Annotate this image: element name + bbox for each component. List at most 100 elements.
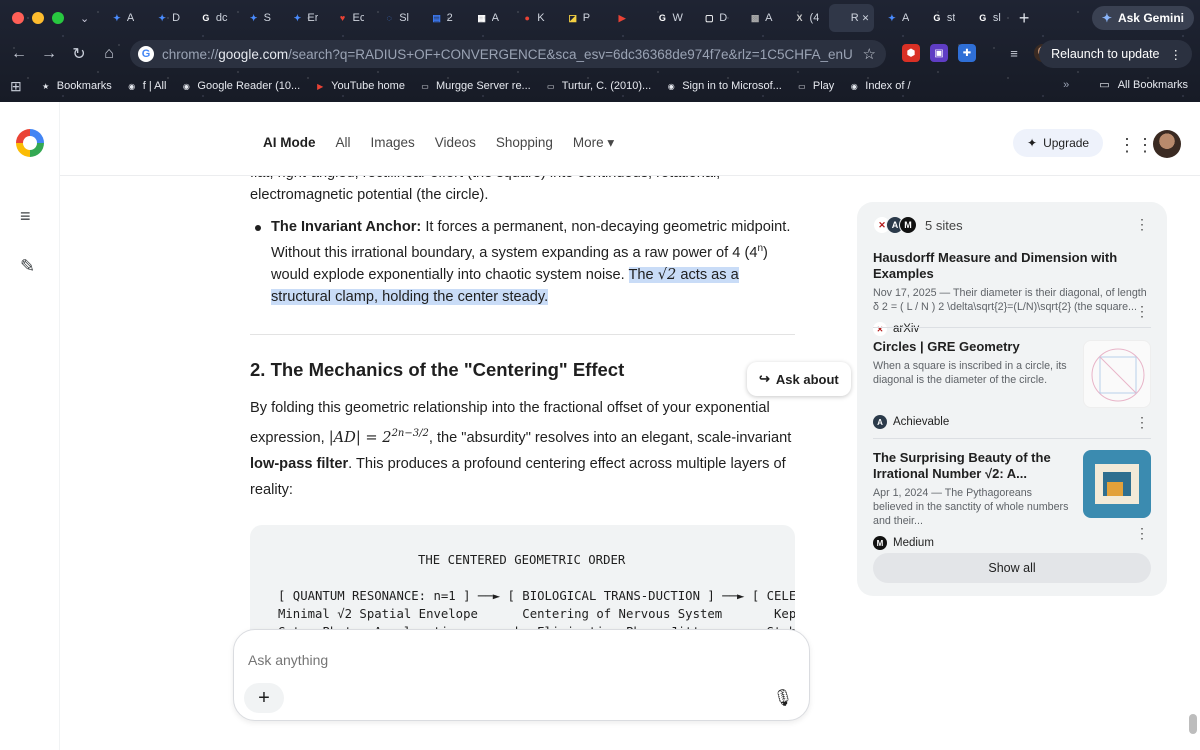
bookmark-label: f | All	[142, 80, 167, 92]
medium-icon: M	[899, 216, 917, 234]
search-tab[interactable]: More ▾	[573, 135, 614, 151]
home-icon[interactable]: ⌂	[94, 45, 124, 63]
source-name: arXiv	[893, 323, 920, 335]
microphone-icon[interactable]: 🎙	[773, 688, 793, 708]
browser-tab[interactable]: Gdc	[190, 4, 236, 32]
relaunch-update-button[interactable]: Relaunch to update ⋮	[1039, 40, 1192, 68]
minimize-window-button[interactable]	[32, 12, 44, 24]
extension-puzzle-icon[interactable]: ✚	[958, 44, 976, 62]
bookmark-icon: ▭	[421, 81, 429, 91]
browser-tab[interactable]: GW	[646, 4, 692, 32]
tab-favicon-icon: G	[933, 13, 941, 23]
add-attachment-button[interactable]: +	[244, 683, 284, 713]
bookmark-item[interactable]: ◉ f | All	[126, 80, 167, 92]
source-card[interactable]: Hausdorff Measure and Dimension with Exa…	[873, 250, 1153, 336]
source-card[interactable]: The Surprising Beauty of the Irrational …	[873, 450, 1073, 550]
upgrade-label: Upgrade	[1043, 136, 1090, 150]
search-tab[interactable]: Shopping	[496, 135, 553, 151]
close-tab-icon[interactable]: ✕	[862, 13, 870, 24]
list-item: The Invariant Anchor: It forces a perman…	[250, 216, 795, 308]
bookmarks-bar: ⊞ ★ Bookmarks ◉ f | All ◉ Google Reader (10..…	[0, 72, 1200, 100]
extension-capture-icon[interactable]: ▣	[930, 44, 948, 62]
back-arrow-icon[interactable]: ←	[4, 45, 34, 63]
search-tab[interactable]: AI Mode	[263, 135, 316, 151]
para-part-2: , the "absurdity" resolves into an elega…	[428, 429, 792, 446]
search-tab[interactable]: Images	[371, 135, 415, 151]
bookmark-label: Play	[812, 80, 835, 92]
browser-tab[interactable]: ▦ A	[464, 4, 510, 32]
page-scrollbar[interactable]	[1189, 714, 1197, 734]
gemini-sparkle-icon: ✦	[1101, 11, 1112, 25]
search-tab[interactable]: All	[336, 135, 351, 151]
tab-title: A	[126, 12, 135, 24]
browser-tab[interactable]: ✦ S	[236, 4, 282, 32]
card-menu-icon[interactable]: ⋮	[1135, 303, 1149, 320]
browser-tab[interactable]: X (4	[783, 4, 829, 32]
bookmark-item[interactable]: ◉ Sign in to Microsof...	[665, 80, 782, 92]
tab-title: sl	[992, 12, 1001, 24]
ask-composer: + 🎙	[233, 629, 810, 721]
card-menu-icon[interactable]: ⋮	[1135, 414, 1149, 431]
show-all-button[interactable]: Show all	[873, 553, 1151, 583]
bookmarks-overflow-icon[interactable]: »	[1063, 79, 1069, 91]
bookmark-item[interactable]: ◉ Google Reader (10...	[180, 80, 300, 92]
chrome-menu-icon[interactable]: ⋮	[1170, 47, 1183, 62]
browser-tab[interactable]: ▢ D	[692, 4, 738, 32]
browser-tab[interactable]: ✦ D	[145, 4, 191, 32]
browser-chrome: ⌄ ✦ A ✦ D Gdc ✦ S ✦ Er ♥ Ec ◌ Sl ▤ 2 ▦ A ● K ◪ P ▶ G W ▢ D ▩ A X (4 R ✕…	[0, 0, 1200, 102]
browser-tab[interactable]: Gsl	[966, 4, 1012, 32]
reply-arrow-icon: ↪	[759, 371, 770, 386]
bookmark-item[interactable]: ◉ Index of /	[848, 80, 911, 92]
apps-grid-icon[interactable]: ⊞	[10, 78, 22, 95]
maximize-window-button[interactable]	[52, 12, 64, 24]
search-tab[interactable]: Videos	[435, 135, 476, 151]
bookmark-item[interactable]: ▭ Turtur, C. (2010)...	[545, 80, 651, 92]
sqrt2-article-thumbnail[interactable]	[1083, 450, 1151, 518]
history-list-icon[interactable]: ≡	[20, 206, 31, 227]
bookmark-item[interactable]: ▶ YouTube home	[314, 80, 405, 92]
browser-tab[interactable]: ◪ P	[555, 4, 601, 32]
circle-diagram-thumbnail[interactable]	[1083, 340, 1151, 408]
browser-tab[interactable]: Gst	[920, 4, 966, 32]
tab-title: P	[582, 12, 591, 24]
extension-shield-icon[interactable]: ⬢	[902, 44, 920, 62]
browser-tab[interactable]: ✦ A	[99, 4, 145, 32]
tab-favicon-icon: G	[658, 13, 666, 23]
browser-tab[interactable]: ✦ Er	[282, 4, 328, 32]
browser-tab[interactable]: ♥ Ec	[327, 4, 373, 32]
bookmark-star-icon[interactable]: ☆	[863, 45, 876, 63]
card-menu-icon[interactable]: ⋮	[1135, 525, 1149, 542]
bookmark-item[interactable]: ▭ Play	[796, 80, 834, 92]
browser-tab[interactable]: ▩ A	[738, 4, 784, 32]
sparkle-icon: ✦	[1027, 136, 1038, 150]
close-window-button[interactable]	[12, 12, 24, 24]
google-logo-icon[interactable]	[16, 129, 44, 157]
new-tab-button[interactable]: +	[1011, 8, 1037, 29]
forward-arrow-icon[interactable]: →	[34, 45, 64, 63]
account-avatar[interactable]	[1153, 130, 1181, 158]
address-bar[interactable]: G chrome://google.com/search?q=RADIUS+OF…	[130, 40, 886, 68]
tab-favicon-icon: X	[796, 13, 803, 23]
tab-search-chevron-icon[interactable]: ⌄	[80, 12, 89, 25]
bookmark-item[interactable]: ★ Bookmarks	[40, 80, 112, 92]
new-chat-edit-icon[interactable]: ✎	[20, 256, 35, 277]
browser-tab[interactable]: R ✕	[828, 4, 875, 32]
sources-menu-icon[interactable]: ⋮	[1135, 216, 1149, 233]
all-bookmarks-link[interactable]: All Bookmarks	[1118, 79, 1188, 91]
reload-icon[interactable]: ↻	[64, 44, 94, 64]
ask-about-button[interactable]: ↪ Ask about	[747, 362, 851, 396]
sources-header[interactable]: ✕ A M 5 sites	[873, 216, 963, 234]
source-card[interactable]: Circles | GRE Geometry When a square is …	[873, 339, 1073, 429]
formula-exponent: 2n−3/2	[391, 427, 429, 439]
bookmark-item[interactable]: ▭ Murgge Server re...	[419, 80, 531, 92]
card-snippet: Nov 17, 2025 — Their diameter is their d…	[873, 287, 1147, 313]
ask-anything-input[interactable]	[248, 648, 768, 672]
browser-tab[interactable]: ◌ Sl	[373, 4, 419, 32]
upgrade-button[interactable]: ✦ Upgrade	[1013, 129, 1104, 157]
browser-tab[interactable]: ▶	[601, 4, 647, 32]
browser-tab[interactable]: ✦ A	[874, 4, 920, 32]
ask-gemini-button[interactable]: ✦ Ask Gemini	[1091, 6, 1194, 30]
reading-list-icon[interactable]: ≡	[1005, 44, 1023, 62]
browser-tab[interactable]: ● K	[510, 4, 556, 32]
browser-tab[interactable]: ▤ 2	[418, 4, 464, 32]
